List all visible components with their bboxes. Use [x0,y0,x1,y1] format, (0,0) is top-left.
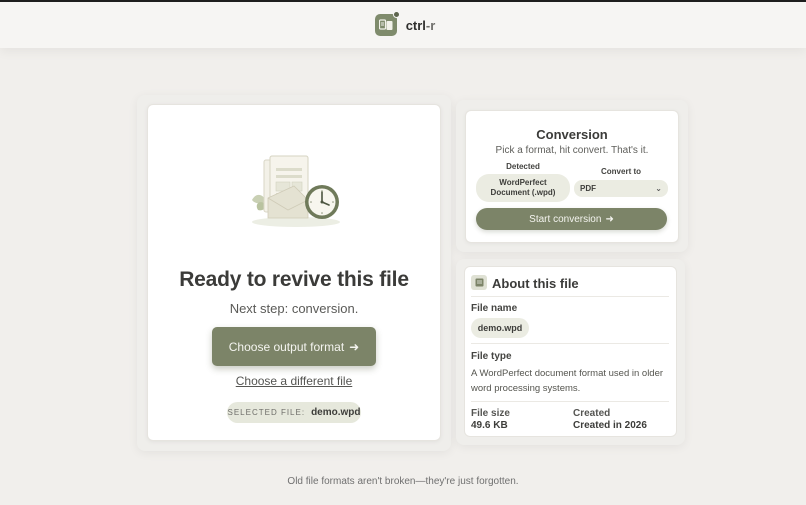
output-format-select[interactable]: PDF ⌄ [574,180,668,197]
arrow-right-icon: ➜ [349,339,360,354]
app-header: ctrl-r [0,2,806,48]
brand-accent: -r [425,17,436,33]
file-size-value: 49.6 KB [471,420,508,431]
about-title: About this file [492,276,579,291]
hero-title: Ready to revive this file [179,268,409,291]
brand-main: ctrl [405,17,426,33]
logo[interactable]: ctrl-r [374,11,436,36]
arrow-right-icon: ➜ [605,213,614,225]
selected-file-badge: SELECTED FILE: demo.wpd [227,402,361,423]
chevron-down-icon: ⌄ [655,184,662,193]
convert-to-label: Convert to [601,167,641,176]
conversion-title: Conversion [536,127,608,142]
file-type-label: File type [471,351,512,362]
about-divider [471,343,669,344]
conversion-subtitle: Pick a format, hit convert. That's it. [495,145,649,156]
selected-file-label: SELECTED FILE: [227,408,306,417]
choose-output-format-button[interactable]: Choose output format ➜ [212,327,376,366]
detected-format-badge: WordPerfect Document (.wpd) [476,174,570,202]
detected-label: Detected [506,162,540,171]
created-value: Created in 2026 [573,420,647,431]
footer-tagline: Old file formats aren't broken—they're j… [287,476,519,487]
file-name-label: File name [471,303,518,314]
choose-output-format-label: Choose output format [228,339,345,354]
file-name-badge: demo.wpd [471,318,529,338]
document-convert-icon [374,11,400,36]
brand-name: ctrl-r [406,18,436,33]
about-divider [471,401,669,402]
logo-badge-dot [392,11,400,18]
start-conversion-label: Start conversion [529,213,602,225]
about-divider [471,296,669,297]
choose-different-file-link[interactable]: Choose a different file [147,374,441,388]
file-size-label: File size [471,408,510,419]
selected-file-value: demo.wpd [311,407,361,418]
file-type-description: A WordPerfect document format used in ol… [471,368,664,394]
hero-subtitle: Next step: conversion. [229,301,359,316]
document-clock-illustration [252,155,340,227]
file-info-icon [471,275,487,290]
created-label: Created [573,408,611,419]
start-conversion-button[interactable]: Start conversion ➜ [476,208,667,230]
output-format-value: PDF [580,184,596,193]
